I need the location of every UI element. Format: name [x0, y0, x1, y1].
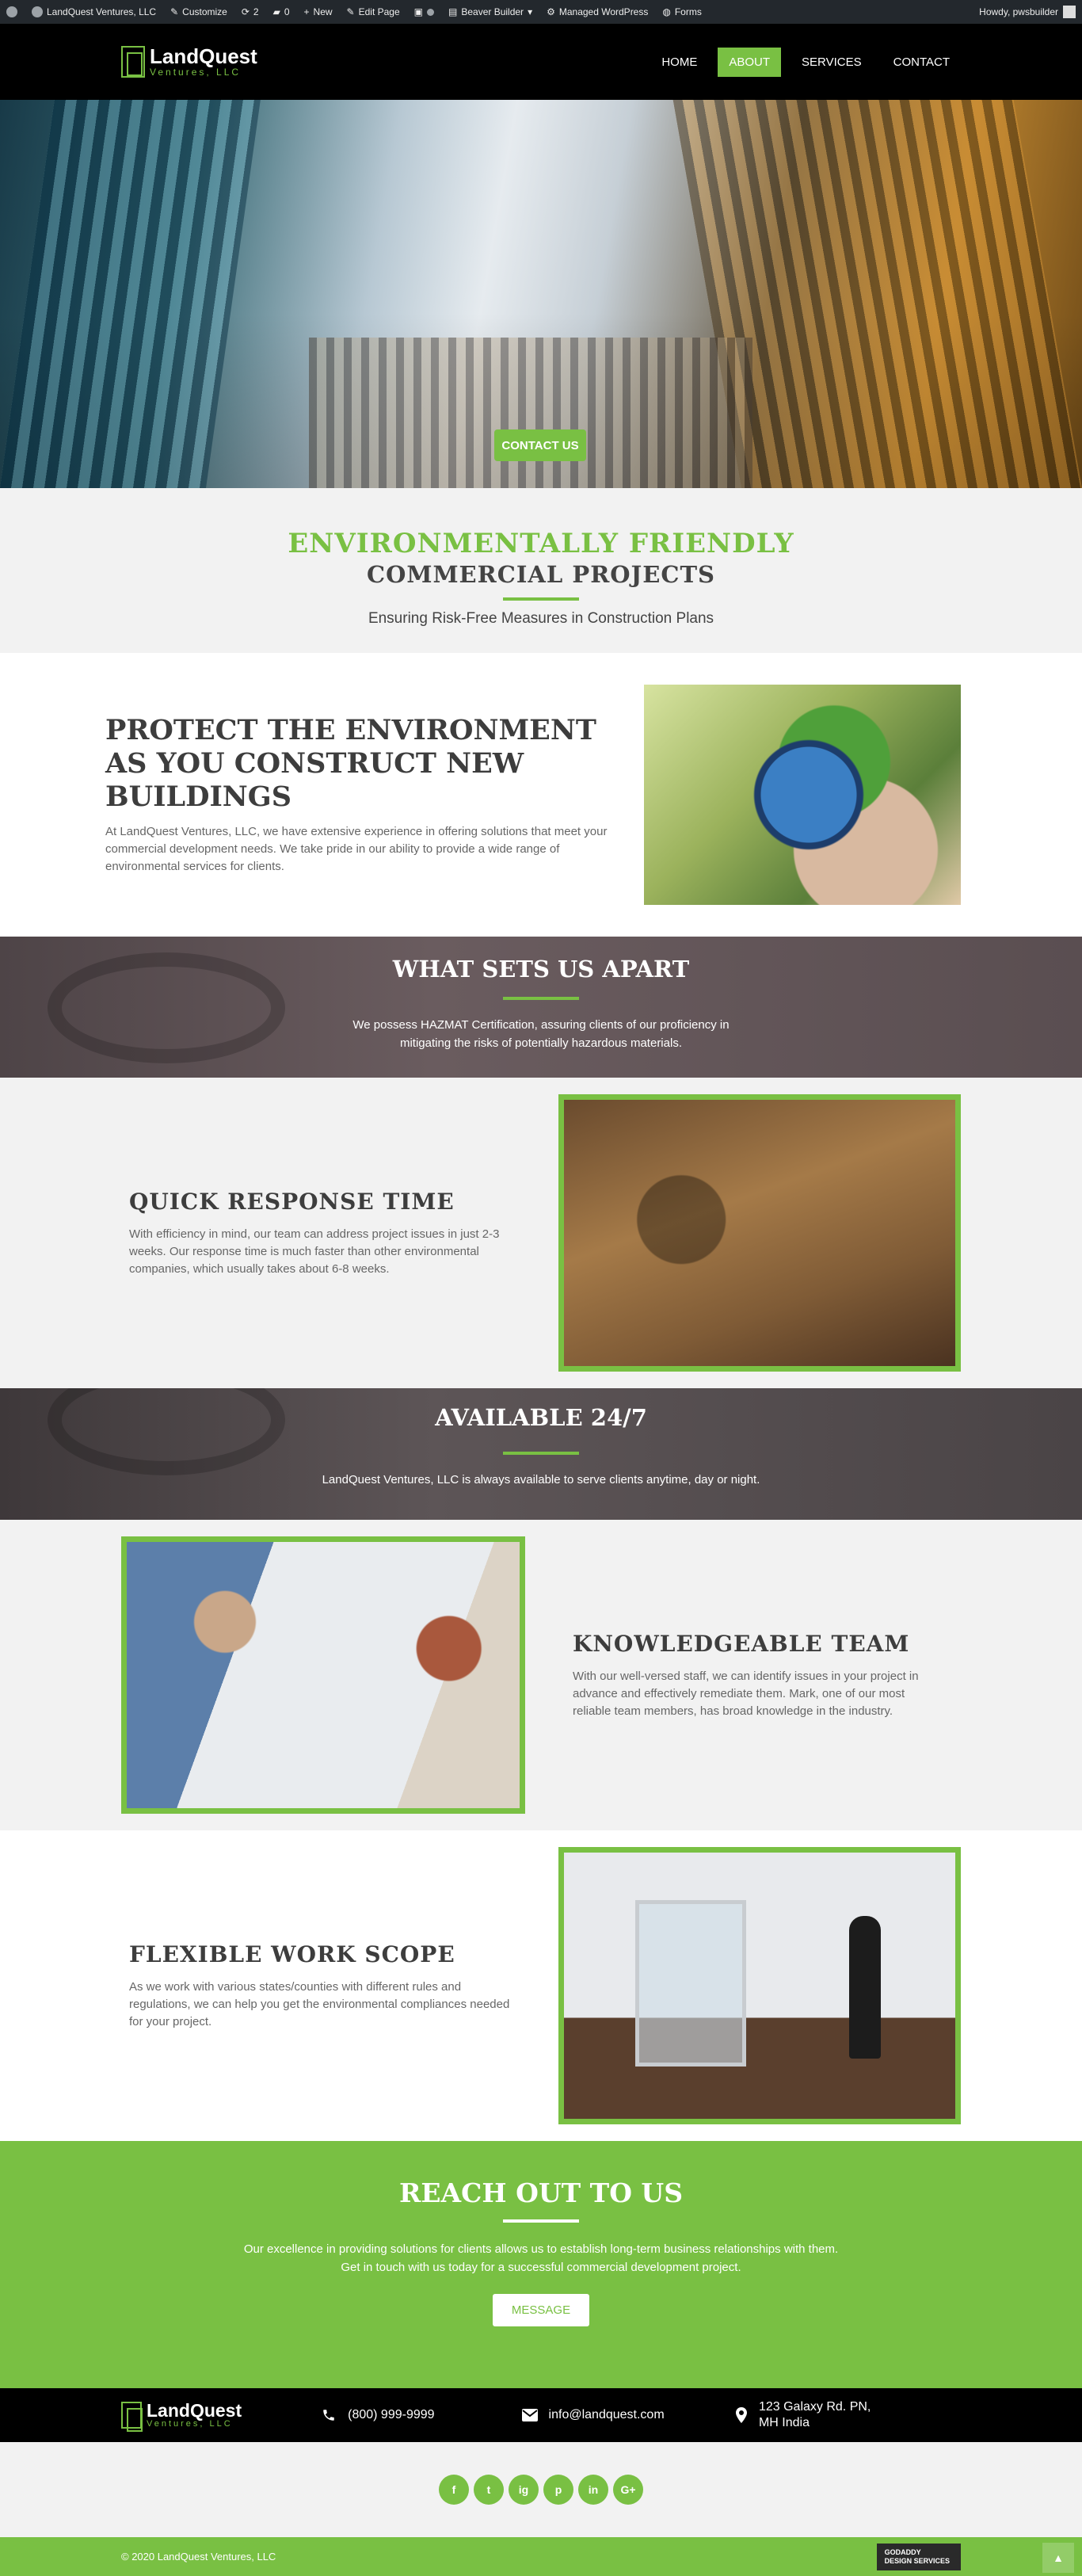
admin-beaver-builder[interactable]: ▤ Beaver Builder ▾ — [448, 6, 532, 17]
quick-response-section: QUICK RESPONSE TIME With efficiency in m… — [0, 1078, 1082, 1388]
avatar — [1063, 6, 1076, 18]
contact-bar: LandQuest Ventures, LLC (800) 999-9999 i… — [0, 2388, 1082, 2442]
flex-heading: FLEXIBLE WORK SCOPE — [129, 1941, 455, 1967]
nav-home[interactable]: HOME — [650, 48, 708, 77]
pencil-icon: ✎ — [346, 6, 355, 17]
admin-updates[interactable]: ⟳ 2 — [242, 6, 259, 17]
hero-building-center — [309, 338, 752, 488]
comment-icon: ▰ — [272, 6, 280, 17]
flex-section: FLEXIBLE WORK SCOPE As we work with vari… — [0, 1830, 1082, 2141]
message-button[interactable]: MESSAGE — [492, 2294, 590, 2326]
divider — [503, 997, 579, 1000]
map-pin-icon — [736, 2407, 748, 2423]
admin-edit-page[interactable]: ✎ Edit Page — [347, 6, 400, 17]
site-header: LandQuest Ventures, LLC HOME ABOUT SERVI… — [0, 24, 1082, 100]
protect-section: PROTECT THE ENVIRONMENT AS YOU CONSTRUCT… — [0, 653, 1082, 937]
divider — [503, 2219, 579, 2223]
logo-name: LandQuest — [150, 44, 257, 68]
flex-body: As we work with various states/counties … — [129, 1979, 510, 2028]
divider — [503, 1452, 579, 1455]
site-logo[interactable]: LandQuest Ventures, LLC — [121, 46, 257, 78]
quick-body: With efficiency in mind, our team can ad… — [129, 1227, 500, 1276]
logo-tagline: Ventures, LLC — [147, 2419, 233, 2429]
reach-out-section: REACH OUT TO US Our excellence in provid… — [0, 2141, 1082, 2388]
earth-in-hands-image — [644, 685, 961, 905]
footer-logo[interactable]: LandQuest Ventures, LLC — [121, 2400, 242, 2432]
reach-line1: Our excellence in providing solutions fo… — [243, 2242, 839, 2256]
email-contact[interactable]: info@landquest.com — [521, 2407, 665, 2423]
site-footer: © 2020 LandQuest Ventures, LLC GODADDY D… — [0, 2537, 1082, 2576]
updates-icon: ⟳ — [241, 6, 250, 17]
scroll-to-top-icon[interactable]: ▲ — [1042, 2543, 1074, 2573]
nav-contact[interactable]: CONTACT — [882, 48, 961, 77]
apart-section: WHAT SETS US APART We possess HAZMAT Cer… — [0, 937, 1082, 1078]
social-links: f t ig p in G+ — [0, 2442, 1082, 2537]
reach-heading: REACH OUT TO US — [398, 2177, 684, 2208]
yoast-icon: ▣ — [413, 6, 423, 17]
envelope-icon — [521, 2407, 538, 2423]
address-contact: 123 Galaxy Rd. PN, MH India — [736, 2399, 886, 2431]
team-heading: KNOWLEDGEABLE TEAM — [573, 1630, 910, 1657]
builder-icon: ▤ — [448, 6, 458, 17]
eco-title-secondary: COMMERCIAL PROJECTS — [367, 561, 715, 588]
facebook-icon[interactable]: f — [439, 2475, 469, 2505]
instagram-icon[interactable]: ig — [509, 2475, 539, 2505]
contact-us-button[interactable]: CONTACT US — [494, 429, 586, 461]
home-icon — [32, 6, 43, 17]
eco-subtitle: Ensuring Risk-Free Measures in Construct… — [368, 610, 714, 627]
team-body: With our well-versed staff, we can ident… — [573, 1669, 919, 1718]
team-section: KNOWLEDGEABLE TEAM With our well-versed … — [0, 1520, 1082, 1830]
phone-contact[interactable]: (800) 999-9999 — [321, 2407, 435, 2423]
admin-forms[interactable]: ◍ Forms — [662, 6, 701, 17]
protect-body: At LandQuest Ventures, LLC, we have exte… — [105, 825, 608, 873]
admin-managed-wordpress[interactable]: ⚙ Managed WordPress — [547, 6, 648, 17]
admin-yoast[interactable]: ▣ — [414, 6, 434, 17]
wordpress-logo-icon[interactable] — [6, 6, 17, 17]
laptop-workspace-image — [558, 1094, 961, 1372]
admin-site-name[interactable]: LandQuest Ventures, LLC — [32, 6, 156, 17]
video-conference-image — [121, 1536, 525, 1814]
admin-bar: LandQuest Ventures, LLC ✎ Customize ⟳ 2 ▰ 0… — [0, 0, 1082, 24]
protect-heading: PROTECT THE ENVIRONMENT AS YOU CONSTRUCT… — [105, 714, 596, 813]
admin-customize[interactable]: ✎ Customize — [170, 6, 227, 17]
eco-title: ENVIRONMENTALLY FRIENDLY — [288, 528, 794, 559]
divider — [503, 597, 579, 601]
eco-intro: ENVIRONMENTALLY FRIENDLY COMMERCIAL PROJ… — [0, 488, 1082, 653]
twitter-icon[interactable]: t — [474, 2475, 504, 2505]
construction-room-image — [558, 1847, 961, 2124]
admin-account[interactable]: Howdy, pwsbuilder — [979, 6, 1076, 18]
hero-building-left — [0, 100, 261, 488]
building-logo-icon — [121, 46, 145, 78]
nav-about[interactable]: ABOUT — [718, 47, 782, 77]
nav-services[interactable]: SERVICES — [791, 48, 873, 77]
plus-icon: + — [303, 6, 310, 17]
copyright: © 2020 LandQuest Ventures, LLC — [121, 2551, 276, 2563]
pinterest-icon[interactable]: p — [543, 2475, 573, 2505]
building-logo-icon — [121, 2402, 143, 2432]
admin-new[interactable]: + New — [304, 6, 333, 17]
reach-line2: Get in touch with us today for a success… — [341, 2261, 741, 2274]
quick-heading: QUICK RESPONSE TIME — [129, 1188, 455, 1215]
caret-down-icon: ▾ — [528, 6, 533, 17]
logo-name: LandQuest — [147, 2400, 242, 2421]
admin-comments[interactable]: ▰ 0 — [273, 6, 290, 17]
available-section: AVAILABLE 24/7 LandQuest Ventures, LLC i… — [0, 1388, 1082, 1520]
phone-icon — [321, 2407, 337, 2423]
gear-icon: ⚙ — [547, 6, 555, 17]
logo-tagline: Ventures, LLC — [150, 67, 242, 78]
brush-icon: ✎ — [170, 6, 179, 17]
forms-icon: ◍ — [662, 6, 671, 17]
google-plus-icon[interactable]: G+ — [613, 2475, 643, 2505]
godaddy-badge[interactable]: GODADDY DESIGN SERVICES — [876, 2543, 961, 2570]
apart-body: We possess HAZMAT Certification, assurin… — [352, 1018, 730, 1050]
main-nav: HOME ABOUT SERVICES CONTACT — [650, 47, 961, 77]
status-dot-icon — [427, 8, 434, 16]
hero-banner: CONTACT US — [0, 100, 1082, 488]
linkedin-icon[interactable]: in — [578, 2475, 608, 2505]
